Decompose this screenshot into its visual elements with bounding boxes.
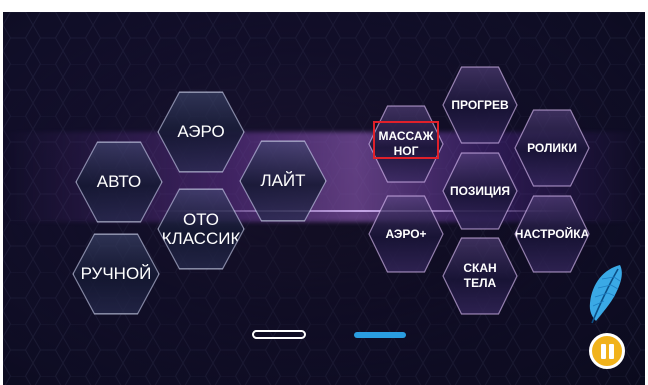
mode-oto-klassik-label: ОТО КЛАССИК xyxy=(161,210,241,248)
pause-button[interactable] xyxy=(589,333,625,369)
pause-icon-bar xyxy=(609,344,614,359)
mode-aero-label: АЭРО xyxy=(177,122,225,141)
mode-ruchnoy-label: РУЧНОЙ xyxy=(80,264,152,283)
function-aero-plus-label: АЭРО+ xyxy=(385,226,427,241)
function-massazh-nog-label: МАССАЖ НОГ xyxy=(378,129,434,158)
mode-layt-label: ЛАЙТ xyxy=(260,171,306,190)
function-nastroyka-label: НАСТРОЙКА xyxy=(514,226,590,241)
function-roliki-label: РОЛИКИ xyxy=(527,140,577,155)
page-indicator-1[interactable] xyxy=(252,330,306,339)
function-skan-tela-label: СКАН ТЕЛА xyxy=(463,261,497,290)
pause-icon xyxy=(601,344,606,359)
mode-avto-label: АВТО xyxy=(96,172,142,191)
page-indicator-2[interactable] xyxy=(354,332,406,338)
function-progrev-label: ПРОГРЕВ xyxy=(451,97,509,112)
feather-icon xyxy=(589,265,622,324)
function-pozitsiya-label: ПОЗИЦИЯ xyxy=(449,183,511,198)
